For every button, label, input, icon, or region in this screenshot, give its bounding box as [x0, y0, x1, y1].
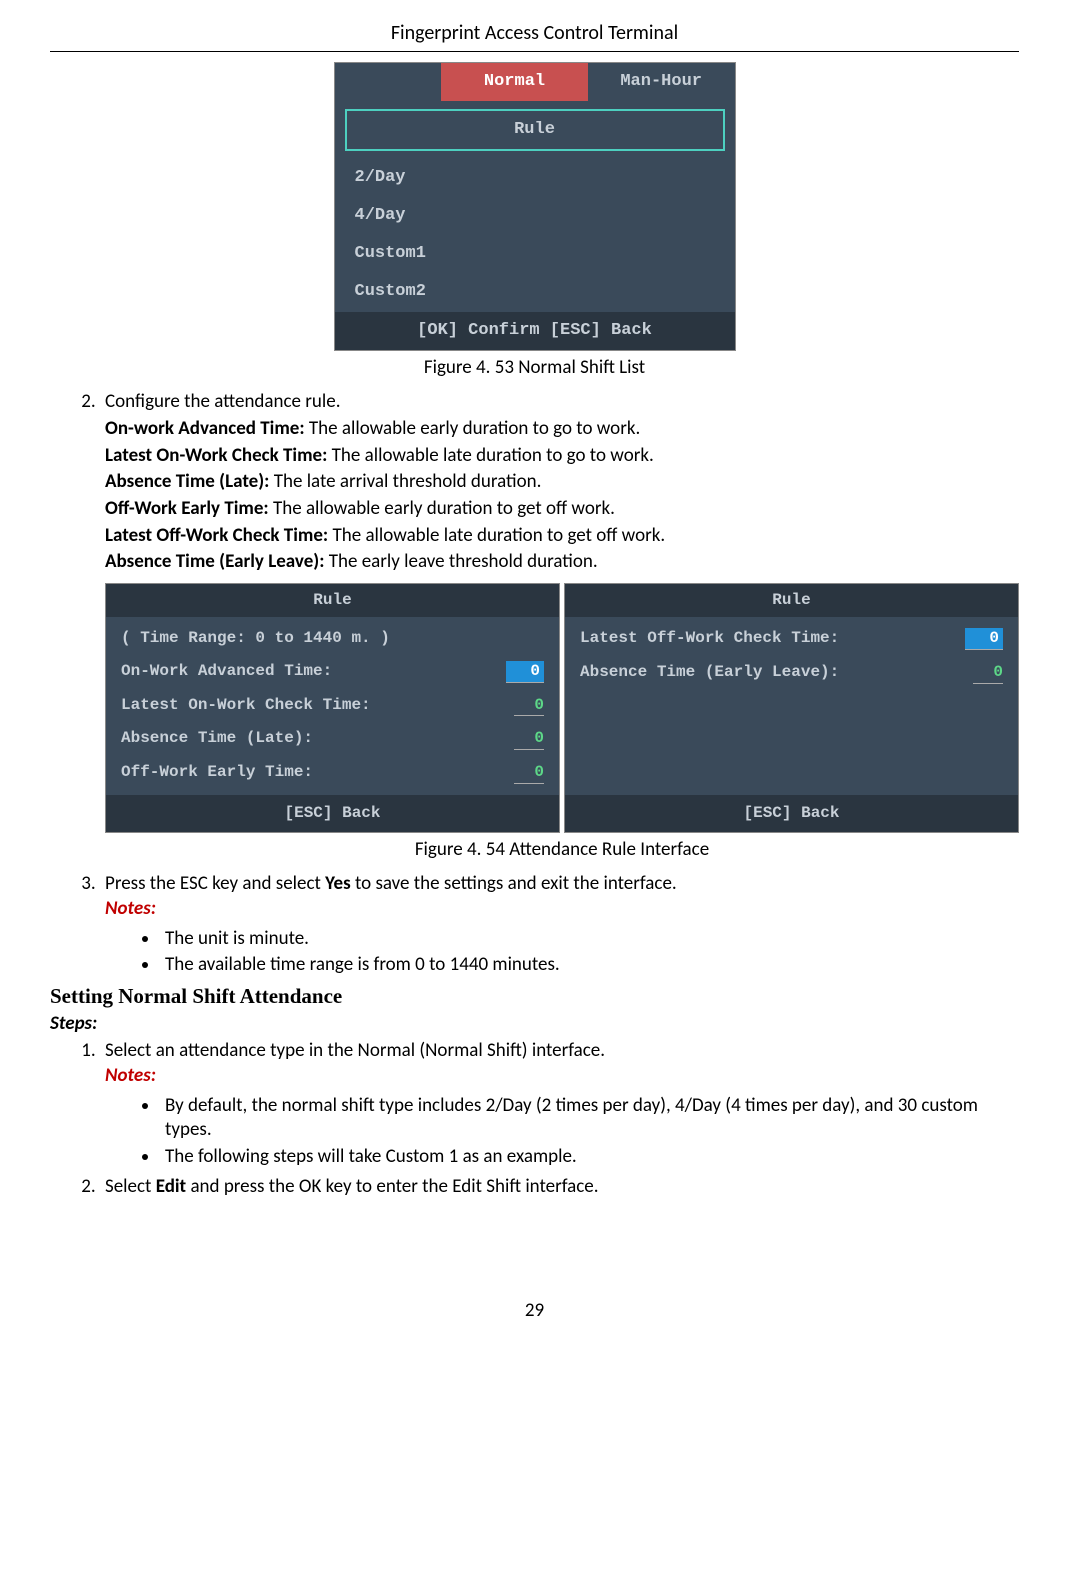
row-label: On-Work Advanced Time:: [121, 661, 332, 683]
def-latest-onwork: Latest On-Work Check Time: The allowable…: [105, 444, 1019, 469]
row-value: 0: [973, 662, 1003, 684]
shift-step-2-pre: Select: [105, 1175, 156, 1198]
fig53-tabs: Normal Man-Hour: [335, 63, 735, 101]
fig53-tab-manhour: Man-Hour: [588, 63, 735, 101]
figure-54-screenshot: Rule ( Time Range: 0 to 1440 m. ) On-Wor…: [105, 583, 1019, 833]
def-absence-late: Absence Time (Late): The late arrival th…: [105, 470, 1019, 495]
shift-step-2-bold: Edit: [156, 1175, 186, 1198]
row-value: 0: [514, 695, 544, 717]
fig53-footer: [OK] Confirm [ESC] Back: [335, 312, 735, 350]
step-3-pre: Press the ESC key and select: [105, 872, 325, 895]
fig54-row-offwork-early: Off-Work Early Time: 0: [116, 756, 549, 790]
page-header: Fingerprint Access Control Terminal: [50, 20, 1019, 52]
def-desc: The early leave threshold duration.: [324, 550, 597, 573]
fig54-right-footer: [ESC] Back: [565, 795, 1018, 832]
step-2: Configure the attendance rule. On-work A…: [100, 390, 1019, 862]
fig53-tab-blank: [335, 63, 442, 101]
note-time-range: The available time range is from 0 to 14…: [160, 953, 1019, 978]
def-term: Absence Time (Late):: [105, 470, 269, 493]
fig54-left-body: ( Time Range: 0 to 1440 m. ) On-Work Adv…: [106, 617, 559, 795]
def-absence-early-leave: Absence Time (Early Leave): The early le…: [105, 550, 1019, 575]
figure-54-caption: Figure 4. 54 Attendance Rule Interface: [105, 838, 1019, 863]
fig54-left-footer: [ESC] Back: [106, 795, 559, 832]
def-desc: The allowable late duration to get off w…: [328, 524, 665, 547]
def-desc: The allowable late duration to go to wor…: [327, 444, 653, 467]
fig54-left-panel: Rule ( Time Range: 0 to 1440 m. ) On-Wor…: [105, 583, 560, 833]
notes-label: Notes:: [105, 1064, 1019, 1089]
def-term: Off-Work Early Time:: [105, 497, 269, 520]
fig54-right-body: Latest Off-Work Check Time: 0 Absence Tim…: [565, 617, 1018, 795]
fig53-item-2day: 2/Day: [335, 159, 735, 197]
def-latest-offwork: Latest Off-Work Check Time: The allowabl…: [105, 524, 1019, 549]
step-3-post: to save the settings and exit the interf…: [351, 872, 677, 895]
fig54-right-panel: Rule Latest Off-Work Check Time: 0 Absenc…: [564, 583, 1019, 833]
fig53-item-custom2: Custom2: [335, 273, 735, 311]
row-value: 0: [965, 628, 1003, 650]
def-desc: The allowable early duration to get off …: [269, 497, 615, 520]
note-default-shift-types: By default, the normal shift type includ…: [160, 1094, 1019, 1143]
def-term: On-work Advanced Time:: [105, 417, 305, 440]
subsection-title: Setting Normal Shift Attendance: [50, 983, 1019, 1010]
shift-step-1-text: Select an attendance type in the Normal …: [105, 1039, 605, 1062]
figure-53-screenshot: Normal Man-Hour Rule 2/Day 4/Day Custom1…: [334, 62, 736, 351]
row-label: Latest Off-Work Check Time:: [580, 628, 839, 650]
steps-label: Steps:: [50, 1012, 1019, 1037]
def-offwork-early: Off-Work Early Time: The allowable early…: [105, 497, 1019, 522]
row-label: Absence Time (Late):: [121, 728, 313, 750]
def-term: Absence Time (Early Leave):: [105, 550, 324, 573]
def-onwork-advanced: On-work Advanced Time: The allowable ear…: [105, 417, 1019, 442]
shift-step-2-post: and press the OK key to enter the Edit S…: [186, 1175, 598, 1198]
fig54-row-latest-onwork: Latest On-Work Check Time: 0: [116, 689, 549, 723]
fig53-tab-normal: Normal: [441, 63, 588, 101]
def-desc: The allowable early duration to go to wo…: [305, 417, 641, 440]
figure-53-caption: Figure 4. 53 Normal Shift List: [50, 356, 1019, 381]
fig54-row-latest-offwork: Latest Off-Work Check Time: 0: [575, 622, 1008, 656]
shift-step-1-notes: By default, the normal shift type includ…: [105, 1094, 1019, 1170]
note-custom1-example: The following steps will take Custom 1 a…: [160, 1145, 1019, 1170]
step-3-notes: The unit is minute. The available time r…: [105, 927, 1019, 978]
def-term: Latest On-Work Check Time:: [105, 444, 327, 467]
shift-step-2: Select Edit and press the OK key to ente…: [100, 1175, 1019, 1200]
row-value: 0: [514, 762, 544, 784]
row-value: 0: [514, 728, 544, 750]
fig54-right-title: Rule: [565, 584, 1018, 617]
fig54-range-text: ( Time Range: 0 to 1440 m. ): [121, 628, 390, 649]
fig54-row-onwork-advanced: On-Work Advanced Time: 0: [116, 655, 549, 689]
steps-list-b: Select an attendance type in the Normal …: [50, 1039, 1019, 1199]
row-label: Absence Time (Early Leave):: [580, 662, 839, 684]
def-desc: The late arrival threshold duration.: [269, 470, 541, 493]
shift-step-1: Select an attendance type in the Normal …: [100, 1039, 1019, 1169]
notes-label: Notes:: [105, 897, 1019, 922]
def-term: Latest Off-Work Check Time:: [105, 524, 328, 547]
fig54-left-title: Rule: [106, 584, 559, 617]
steps-list-a: Configure the attendance rule. On-work A…: [50, 390, 1019, 978]
step-3: Press the ESC key and select Yes to save…: [100, 872, 1019, 978]
fig53-item-4day: 4/Day: [335, 197, 735, 235]
step-3-bold: Yes: [325, 872, 351, 895]
fig53-item-custom1: Custom1: [335, 235, 735, 273]
page-number: 29: [50, 1299, 1019, 1324]
fig53-rule-selected: Rule: [345, 109, 725, 151]
fig54-time-range: ( Time Range: 0 to 1440 m. ): [116, 622, 549, 655]
row-label: Latest On-Work Check Time:: [121, 695, 371, 717]
note-unit-minute: The unit is minute.: [160, 927, 1019, 952]
row-value: 0: [506, 661, 544, 683]
fig54-row-absence-early-leave: Absence Time (Early Leave): 0: [575, 656, 1008, 690]
step-2-intro: Configure the attendance rule.: [105, 390, 341, 413]
row-label: Off-Work Early Time:: [121, 762, 313, 784]
fig54-row-absence-late: Absence Time (Late): 0: [116, 722, 549, 756]
